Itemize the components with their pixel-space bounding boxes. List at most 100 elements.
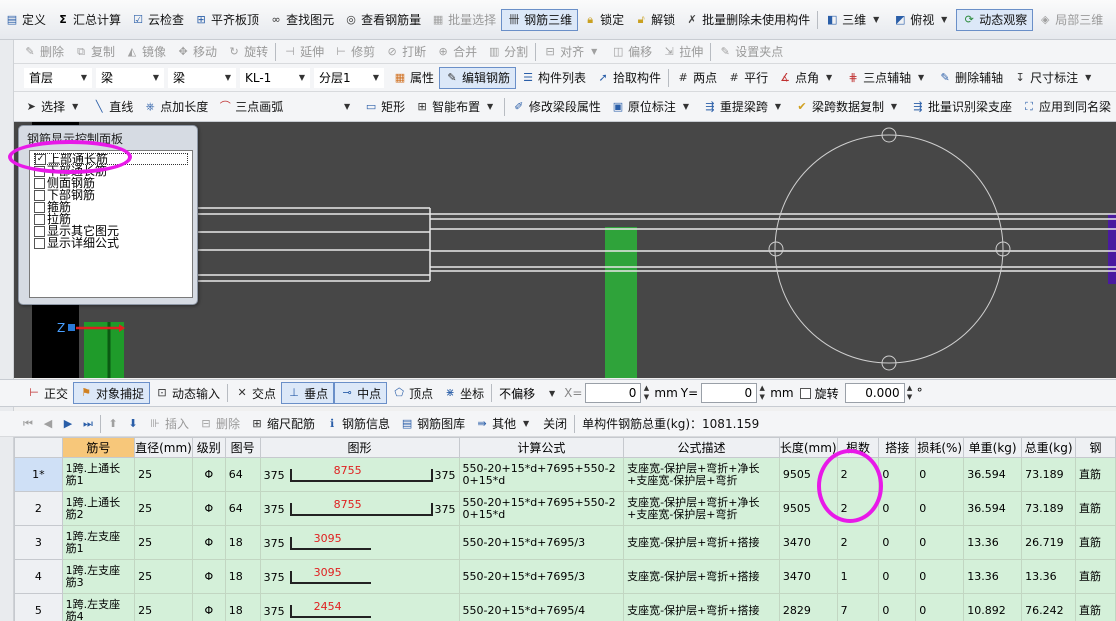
break-button[interactable]: ⊘ 打断 xyxy=(380,41,431,63)
header-grade[interactable]: 级别 xyxy=(191,437,226,458)
cell-bar-type[interactable]: 直筋 xyxy=(1075,525,1116,560)
cell-lap[interactable]: 0 xyxy=(878,491,917,526)
delete-button[interactable]: ✎ 删除 xyxy=(18,41,69,63)
checkbox[interactable] xyxy=(34,213,45,225)
cell-shape[interactable]: 375 8755 375 xyxy=(259,491,460,526)
cell-grade[interactable]: Φ xyxy=(191,457,226,492)
cell-bar-type[interactable]: 直筋 xyxy=(1075,457,1116,492)
align-button[interactable]: ⊟ 对齐 ▼ xyxy=(538,41,606,63)
cell-figure-no[interactable]: 18 xyxy=(224,525,261,560)
edit-rebar-button[interactable]: ✎ 编辑钢筋 xyxy=(439,66,517,89)
cell-grade[interactable]: Φ xyxy=(191,491,226,526)
header-shape[interactable]: 图形 xyxy=(259,437,460,458)
row-index[interactable]: 1* xyxy=(14,457,63,492)
modify-segment-button[interactable]: ✐ 修改梁段属性 xyxy=(507,96,606,118)
cloud-check-button[interactable]: ☑ 云检查 xyxy=(126,9,189,31)
cell-loss[interactable]: 0 xyxy=(915,593,965,621)
offset-button[interactable]: ◫ 偏移 xyxy=(606,41,657,63)
header-unit-weight[interactable]: 单重(kg) xyxy=(963,437,1023,458)
cell-grade[interactable]: Φ xyxy=(191,525,226,560)
cell-lap[interactable]: 0 xyxy=(878,525,917,560)
rebar-library-button[interactable]: ▤ 钢筋图库 xyxy=(395,413,470,435)
checkbox[interactable] xyxy=(34,189,45,201)
cell-figure-no[interactable]: 18 xyxy=(224,559,261,594)
delete-row-button[interactable]: ⊟ 删除 xyxy=(194,413,245,435)
header-bar-no[interactable]: 筋号 xyxy=(61,437,136,458)
sum-calc-button[interactable]: Σ 汇总计算 xyxy=(51,9,126,31)
move-button[interactable]: ✥ 移动 xyxy=(171,41,222,63)
checkbox[interactable] xyxy=(34,165,45,177)
cell-bar-name[interactable]: 1跨.上通长筋1 xyxy=(61,457,136,492)
merge-button[interactable]: ⊕ 合并 xyxy=(431,41,482,63)
point-length-button[interactable]: ⎈ 点加长度 xyxy=(138,96,213,118)
prev-record-button[interactable]: ◀ xyxy=(38,413,58,435)
cell-bar-type[interactable]: 直筋 xyxy=(1075,559,1116,594)
checkbox[interactable] xyxy=(34,225,45,237)
header-figure-no[interactable]: 图号 xyxy=(224,437,261,458)
dynamic-input-button[interactable]: ⊡ 动态输入 xyxy=(150,382,225,404)
copy-button[interactable]: ⧉ 复制 xyxy=(69,41,120,63)
component-select[interactable]: KL-1 ▼ xyxy=(240,67,310,88)
unlock-button[interactable]: 🔓︎ 解锁 xyxy=(629,9,680,31)
rectangle-button[interactable]: ▭ 矩形 xyxy=(359,96,410,118)
align-slab-top-button[interactable]: ⊞ 平齐板顶 xyxy=(189,9,264,31)
header-loss[interactable]: 损耗(%) xyxy=(915,437,965,458)
coordinate-snap-button[interactable]: ⋇ 坐标 xyxy=(438,382,489,404)
cell-count[interactable]: 7 xyxy=(836,593,880,621)
ortho-button[interactable]: ⊢ 正交 xyxy=(22,382,73,404)
checkbox[interactable] xyxy=(34,237,45,249)
offset-mode-select[interactable]: 不偏移 ▼ xyxy=(494,383,560,403)
cell-diameter[interactable]: 25 xyxy=(134,491,193,526)
rotate-spinner[interactable]: ▲ ▼ xyxy=(905,384,915,402)
span-data-copy-button[interactable]: ✔ 梁跨数据复制 ▼ xyxy=(790,96,906,118)
cell-length[interactable]: 9505 xyxy=(778,491,838,526)
cell-bar-type[interactable]: 直筋 xyxy=(1075,593,1116,621)
cell-loss[interactable]: 0 xyxy=(915,559,965,594)
pick-component-button[interactable]: ➚ 拾取构件 xyxy=(591,67,666,89)
properties-button[interactable]: ▦ 属性 xyxy=(388,67,439,89)
table-row[interactable]: 4 1跨.左支座筋3 25 Φ 18 375 3095 550-20+15*d+7… xyxy=(14,559,1116,594)
cell-diameter[interactable]: 25 xyxy=(134,525,193,560)
move-down-button[interactable]: ⬇ xyxy=(123,413,143,435)
cell-bar-name[interactable]: 1跨.左支座筋4 xyxy=(61,593,136,621)
cell-bar-name[interactable]: 1跨.左支座筋3 xyxy=(61,559,136,594)
move-up-button[interactable]: ⬆ xyxy=(103,413,123,435)
y-spinner[interactable]: ▲ ▼ xyxy=(757,384,767,402)
cell-formula-desc[interactable]: 支座宽-保护层+弯折+搭接 xyxy=(623,559,780,594)
cell-figure-no[interactable]: 64 xyxy=(224,457,261,492)
three-point-axis-button[interactable]: ⋕ 三点辅轴 ▼ xyxy=(841,67,933,89)
stretch-button[interactable]: ⇲ 拉伸 xyxy=(657,41,708,63)
trim-button[interactable]: ⊢ 修剪 xyxy=(329,41,380,63)
cell-bar-name[interactable]: 1跨.左支座筋1 xyxy=(61,525,136,560)
cell-figure-no[interactable]: 18 xyxy=(224,593,261,621)
cell-bar-type[interactable]: 直筋 xyxy=(1075,491,1116,526)
scale-rebar-button[interactable]: ⊞ 缩尺配筋 xyxy=(245,413,320,435)
midpoint-snap-button[interactable]: ⊸ 中点 xyxy=(334,382,388,404)
cell-length[interactable]: 9505 xyxy=(778,457,838,492)
extend-button[interactable]: ⊣ 延伸 xyxy=(278,41,329,63)
option-show-formula[interactable]: 显示详细公式 xyxy=(34,237,188,249)
rotate-checkbox[interactable] xyxy=(799,387,811,399)
cell-total-weight[interactable]: 73.189 xyxy=(1021,457,1077,492)
header-lap[interactable]: 搭接 xyxy=(878,437,917,458)
rebar-info-button[interactable]: ℹ 钢筋信息 xyxy=(320,413,395,435)
other-button[interactable]: ⇛ 其他 ▼ xyxy=(470,413,538,435)
cell-count[interactable]: 2 xyxy=(836,457,880,492)
top-view-button[interactable]: ◩ 俯视 ▼ xyxy=(888,9,956,31)
component-list-button[interactable]: ☰ 构件列表 xyxy=(516,67,591,89)
header-formula-desc[interactable]: 公式描述 xyxy=(623,437,780,458)
lock-button[interactable]: 🔒︎ 锁定 xyxy=(578,9,629,31)
define-button[interactable]: ▤ 定义 xyxy=(0,9,51,31)
cell-length[interactable]: 2829 xyxy=(778,593,838,621)
mirror-button[interactable]: ◭ 镜像 xyxy=(120,41,171,63)
line-button[interactable]: ╲ 直线 xyxy=(87,96,138,118)
header-bar-type[interactable]: 钢 xyxy=(1075,437,1116,458)
x-coordinate-input[interactable]: 0 xyxy=(585,383,642,403)
header-count[interactable]: 根数 xyxy=(836,437,880,458)
cell-shape[interactable]: 375 3095 xyxy=(259,559,460,594)
floor-select[interactable]: 首层 ▼ xyxy=(24,67,92,88)
cell-shape[interactable]: 375 3095 xyxy=(259,525,460,560)
cell-count[interactable]: 1 xyxy=(836,559,880,594)
cell-unit-weight[interactable]: 36.594 xyxy=(963,457,1023,492)
row-index[interactable]: 5 xyxy=(14,593,63,621)
